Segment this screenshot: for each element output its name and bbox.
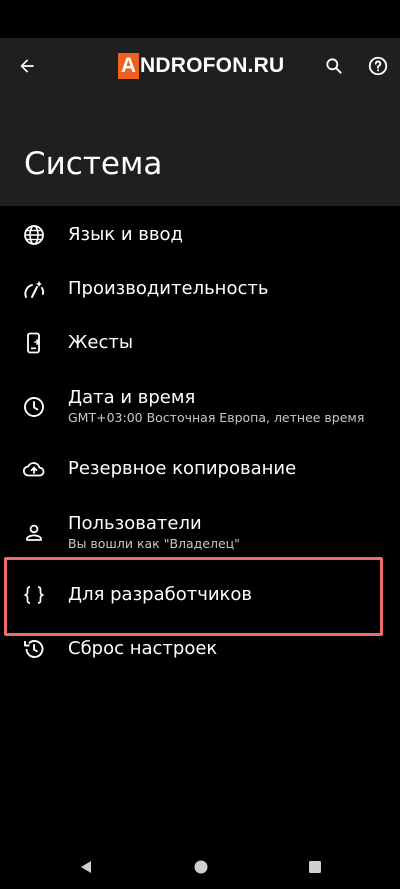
app-bar: A NDROFON.RU Система [0, 38, 400, 206]
clock-icon [24, 397, 44, 417]
nav-back-button[interactable] [76, 857, 96, 877]
highlight-frame [4, 557, 383, 636]
item-title: Сброс настроек [68, 638, 218, 659]
page-title: Система [24, 146, 163, 182]
recents-square-icon [309, 861, 321, 873]
logo-text: NDROFON.RU [140, 54, 285, 77]
nav-home-button[interactable] [191, 857, 211, 877]
item-subtitle: Вы вошли как "Владелец" [68, 536, 240, 551]
search-icon [326, 58, 342, 74]
item-language-input[interactable]: Язык и ввод [0, 218, 400, 254]
site-watermark-logo: A NDROFON.RU [118, 52, 284, 80]
item-users[interactable]: Пользователи Вы вошли как "Владелец" [0, 510, 400, 560]
logo-letter: A [118, 53, 139, 79]
item-title: Пользователи [68, 513, 202, 534]
item-title: Резервное копирование [68, 458, 297, 479]
home-circle-icon [194, 860, 208, 874]
gestures-icon [27, 332, 41, 354]
cloud-upload-icon [22, 462, 45, 477]
back-button[interactable] [9, 48, 45, 84]
item-reset[interactable]: Сброс настроек [0, 632, 400, 668]
item-title: Дата и время [68, 387, 196, 408]
item-date-time[interactable]: Дата и время GMT+03:00 Восточная Европа,… [0, 384, 400, 434]
arrow-back-icon [20, 59, 34, 73]
system-navigation-bar [0, 845, 400, 889]
item-gestures[interactable]: Жесты [0, 326, 400, 362]
person-icon [26, 524, 42, 541]
item-title: Язык и ввод [68, 224, 183, 245]
performance-icon [24, 281, 45, 298]
nav-recents-button[interactable] [305, 857, 325, 877]
item-title: Жесты [68, 332, 134, 353]
item-title: Производительность [68, 278, 269, 299]
triangle-back-icon [81, 861, 91, 873]
item-subtitle: GMT+03:00 Восточная Европа, летнее время [68, 410, 365, 425]
item-backup[interactable]: Резервное копирование [0, 452, 400, 488]
help-icon [368, 56, 388, 76]
history-icon [24, 640, 44, 658]
help-button[interactable] [360, 48, 396, 84]
item-performance[interactable]: Производительность [0, 272, 400, 308]
search-button[interactable] [316, 48, 352, 84]
status-bar [0, 0, 400, 38]
globe-icon [24, 225, 44, 245]
